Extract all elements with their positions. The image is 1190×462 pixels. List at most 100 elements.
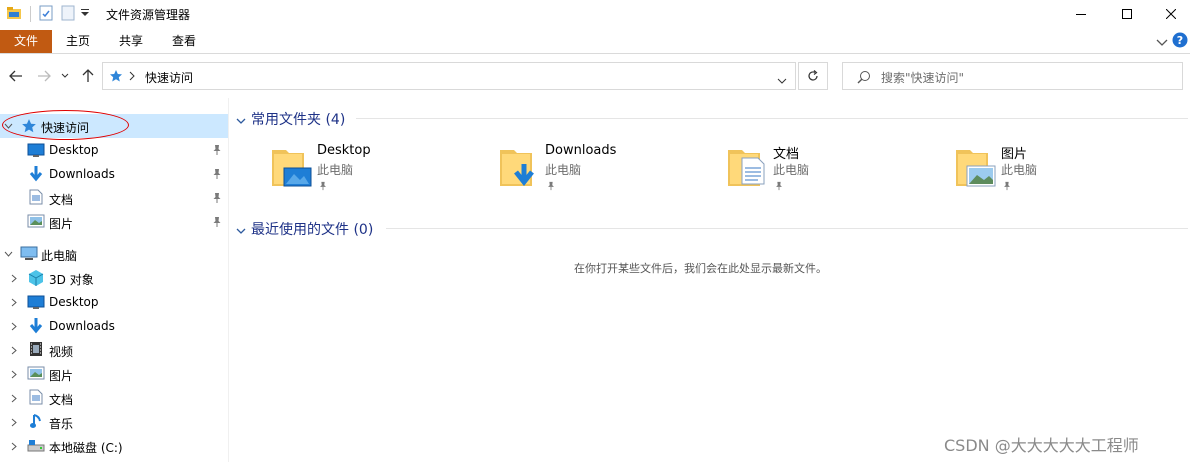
- title-bar-divider: [30, 6, 31, 22]
- pin-icon[interactable]: [211, 216, 223, 228]
- maximize-icon: [1122, 9, 1132, 19]
- navigation-pane-divider[interactable]: [228, 98, 229, 462]
- collapsed-chevron-icon[interactable]: [9, 273, 19, 283]
- folder-tile-pictures[interactable]: 图片 此电脑: [956, 140, 1176, 196]
- folder-name: 图片: [1001, 147, 1028, 162]
- customize-toolbar-chevron-icon[interactable]: [80, 7, 90, 22]
- nav-qa-desktop[interactable]: Desktop: [0, 138, 228, 162]
- recent-files-header[interactable]: 最近使用的文件 (0): [251, 219, 373, 239]
- up-button[interactable]: [78, 66, 98, 86]
- window-title: 文件资源管理器: [106, 8, 191, 22]
- collapsed-chevron-icon[interactable]: [9, 441, 19, 451]
- expanded-chevron-icon[interactable]: [3, 249, 13, 259]
- search-placeholder: 搜索"快速访问": [881, 71, 965, 85]
- nav-label: 文档: [49, 193, 74, 207]
- nav-qa-downloads[interactable]: Downloads: [0, 162, 228, 186]
- tab-share[interactable]: 共享: [107, 30, 155, 53]
- help-icon[interactable]: ?: [1172, 32, 1188, 51]
- pictures-icon: [27, 366, 45, 384]
- nav-label: Desktop: [49, 143, 99, 157]
- collapsed-chevron-icon[interactable]: [9, 417, 19, 427]
- empty-recent-message: 在你打开某些文件后，我们会在此处显示最新文件。: [574, 262, 827, 275]
- nav-label: 文档: [49, 393, 74, 407]
- collapsed-chevron-icon[interactable]: [9, 297, 19, 307]
- desktop-folder-icon: [272, 144, 312, 191]
- pin-icon[interactable]: [318, 180, 328, 194]
- folder-tile-documents[interactable]: 文档 此电脑: [728, 140, 948, 196]
- frequent-folders-header[interactable]: 常用文件夹 (4): [251, 109, 345, 129]
- tab-home[interactable]: 主页: [54, 30, 102, 53]
- close-button[interactable]: [1148, 0, 1190, 28]
- forward-arrow-icon: [38, 70, 51, 82]
- close-icon: [1166, 9, 1176, 19]
- explorer-folder-icon[interactable]: [6, 5, 22, 24]
- collapsed-chevron-icon[interactable]: [9, 321, 19, 331]
- chevron-down-icon: [61, 73, 69, 78]
- folder-location: 此电脑: [317, 163, 354, 177]
- folder-tile-desktop[interactable]: Desktop 此电脑: [272, 140, 492, 196]
- recent-locations-button[interactable]: [58, 66, 72, 86]
- back-arrow-icon: [9, 70, 22, 82]
- pictures-folder-icon: [956, 144, 996, 191]
- collapse-group-chevron-icon[interactable]: [236, 114, 246, 128]
- desktop-icon: [27, 142, 45, 160]
- pin-icon[interactable]: [211, 144, 223, 156]
- nav-pc-desktop[interactable]: Desktop: [0, 290, 228, 314]
- quick-access-star-icon: [109, 69, 123, 86]
- nav-pc-local-disk[interactable]: 本地磁盘 (C:): [0, 434, 228, 458]
- documents-icon: [29, 189, 47, 207]
- nav-this-pc[interactable]: 此电脑: [0, 242, 228, 266]
- this-pc-icon: [20, 246, 38, 264]
- nav-pc-videos[interactable]: 视频: [0, 338, 228, 362]
- pin-icon[interactable]: [211, 168, 223, 180]
- nav-pc-downloads[interactable]: Downloads: [0, 314, 228, 338]
- documents-icon: [29, 389, 47, 407]
- nav-label: 视频: [49, 345, 74, 359]
- breadcrumb-quick-access[interactable]: 快速访问: [145, 69, 193, 86]
- collapsed-chevron-icon[interactable]: [9, 393, 19, 403]
- pin-icon[interactable]: [1002, 180, 1012, 194]
- address-bar[interactable]: 快速访问: [102, 62, 796, 90]
- nav-pc-documents[interactable]: 文档: [0, 386, 228, 410]
- maximize-button[interactable]: [1104, 0, 1150, 28]
- title-bar: 文件资源管理器: [0, 0, 1190, 28]
- pin-icon[interactable]: [546, 180, 556, 194]
- forward-button[interactable]: [34, 66, 54, 86]
- new-folder-icon[interactable]: [60, 5, 76, 24]
- minimize-button[interactable]: [1058, 0, 1104, 28]
- collapsed-chevron-icon[interactable]: [9, 369, 19, 379]
- nav-pc-music[interactable]: 音乐: [0, 410, 228, 434]
- tab-view[interactable]: 查看: [160, 30, 208, 53]
- 3d-objects-icon: [27, 269, 45, 287]
- breadcrumb-separator-icon[interactable]: [129, 70, 135, 84]
- collapse-group-chevron-icon[interactable]: [236, 224, 246, 238]
- nav-label: 图片: [49, 217, 74, 231]
- tab-file[interactable]: 文件: [0, 30, 52, 53]
- expand-ribbon-chevron-icon[interactable]: [1156, 36, 1168, 50]
- folder-location: 此电脑: [545, 163, 582, 177]
- search-icon: [857, 70, 871, 87]
- collapsed-chevron-icon[interactable]: [9, 345, 19, 355]
- search-input[interactable]: 搜索"快速访问": [842, 62, 1183, 90]
- back-button[interactable]: [6, 66, 26, 86]
- nav-pc-pictures[interactable]: 图片: [0, 362, 228, 386]
- svg-text:?: ?: [1177, 34, 1183, 47]
- pin-icon[interactable]: [774, 180, 784, 194]
- pin-icon[interactable]: [211, 192, 223, 204]
- watermark: CSDN @大大大大大工程师: [944, 436, 1139, 455]
- folder-name: 文档: [773, 147, 800, 162]
- downloads-icon: [28, 317, 46, 335]
- local-disk-icon: [27, 439, 45, 457]
- nav-label: Desktop: [49, 295, 99, 309]
- nav-qa-documents[interactable]: 文档: [0, 186, 228, 210]
- address-history-chevron-icon[interactable]: [777, 73, 787, 87]
- nav-qa-pictures[interactable]: 图片: [0, 210, 228, 234]
- nav-pc-3d-objects[interactable]: 3D 对象: [0, 266, 228, 290]
- downloads-icon: [28, 165, 46, 183]
- properties-icon[interactable]: [38, 5, 54, 24]
- downloads-folder-icon: [500, 144, 540, 191]
- section-divider: [386, 228, 1188, 229]
- folder-tile-downloads[interactable]: Downloads 此电脑: [500, 140, 720, 196]
- refresh-button[interactable]: [798, 62, 828, 90]
- music-icon: [30, 413, 48, 431]
